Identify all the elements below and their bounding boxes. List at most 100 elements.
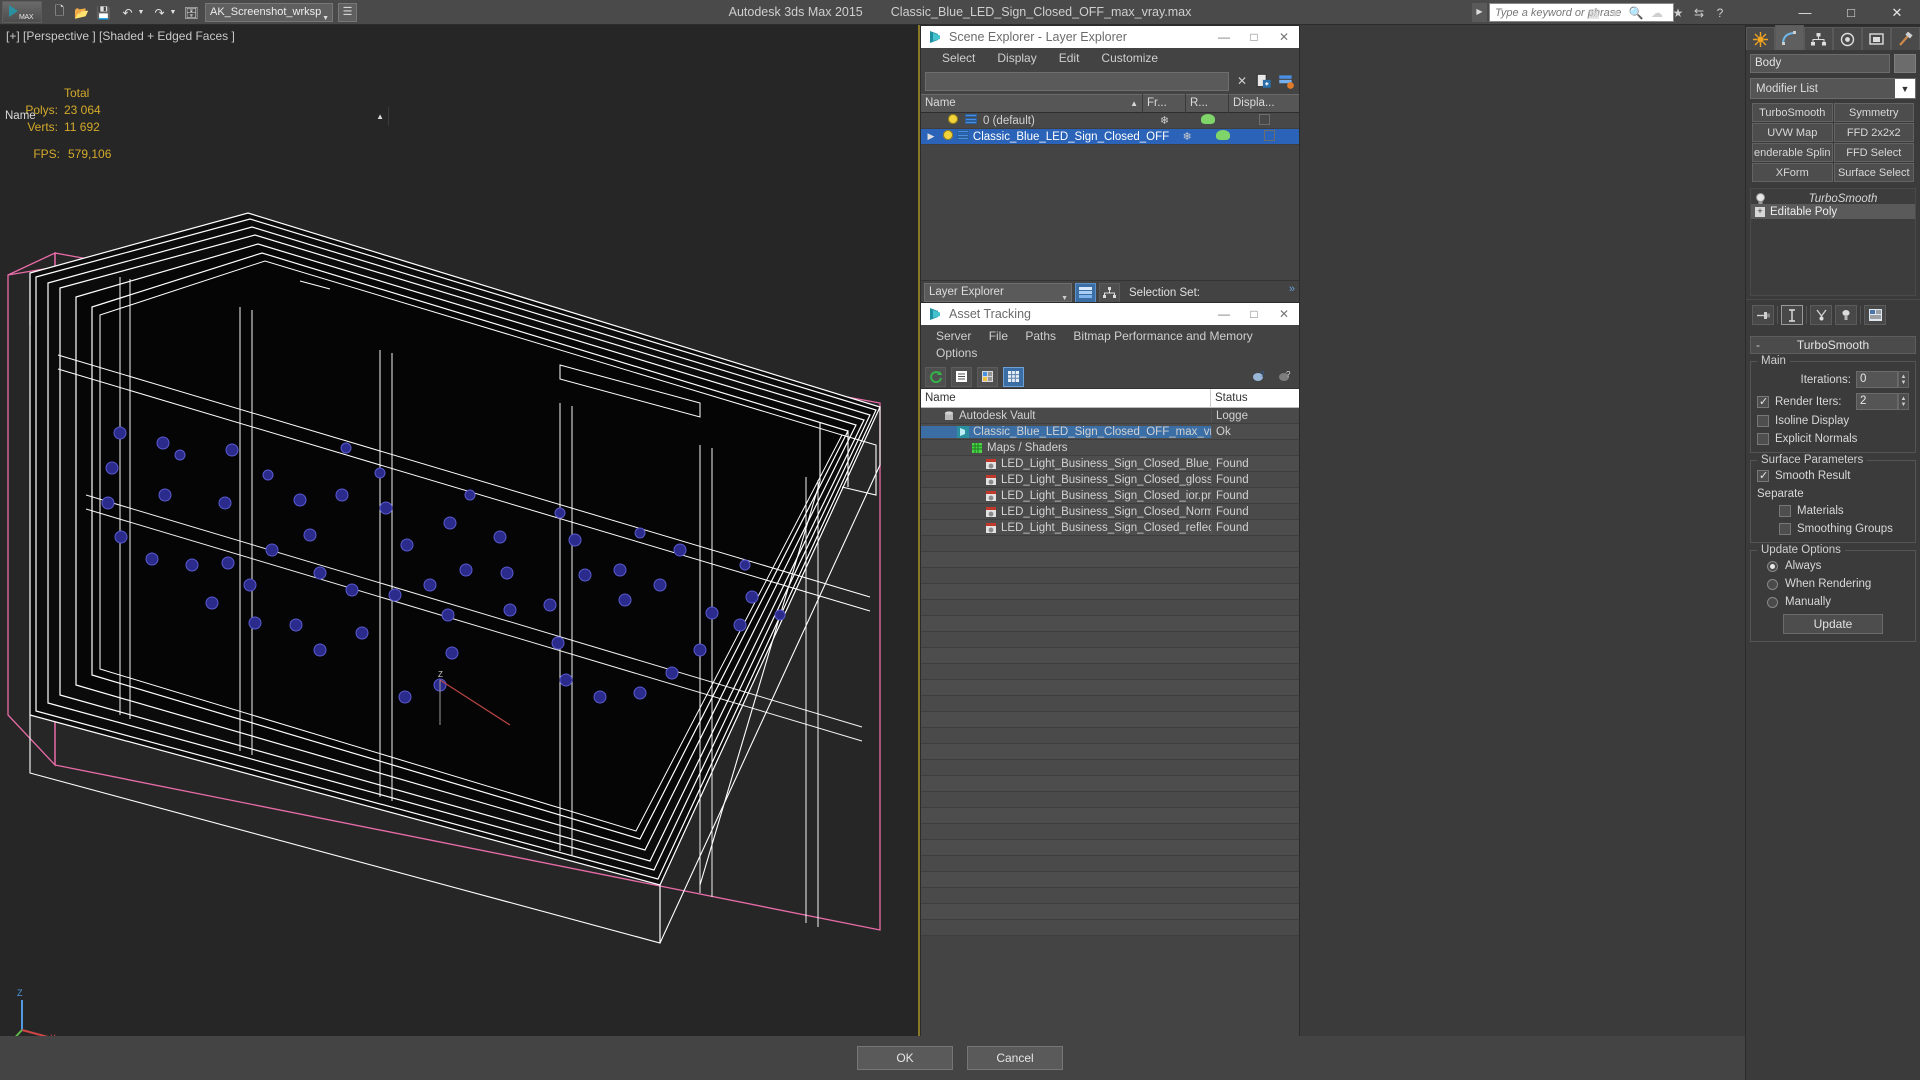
asset-row-empty[interactable] [921, 872, 1299, 888]
show-end-result-icon[interactable] [1781, 305, 1803, 325]
modifier-button-xform[interactable]: XForm [1752, 163, 1833, 182]
explorer-mode-combo[interactable]: Layer Explorer ▼ [924, 283, 1072, 302]
materials-row[interactable]: Materials [1757, 505, 1909, 517]
maximize-button[interactable]: □ [1828, 0, 1874, 25]
hierarchy-tab[interactable] [1804, 27, 1833, 50]
overflow-icon[interactable]: » [1289, 283, 1295, 295]
asset-row-empty[interactable] [921, 584, 1299, 600]
render-iters-spinner[interactable]: 2 ▲ ▼ [1856, 393, 1909, 410]
spinner-arrows-icon[interactable]: ▲ ▼ [1898, 393, 1909, 410]
asset-tracking-row-list[interactable]: Autodesk Vault Logge Classic_Blue_LED_Sign… [921, 408, 1299, 936]
display-cube-icon[interactable] [1241, 129, 1299, 144]
modifier-list-dropdown[interactable]: Modifier List ▼ [1750, 78, 1916, 99]
asset-tracking-title-bar[interactable]: Asset Tracking — □ ✕ [921, 303, 1299, 325]
turbosmooth-rollout[interactable]: - TurboSmooth [1750, 336, 1916, 354]
asset-row-empty[interactable] [921, 568, 1299, 584]
undo-icon[interactable]: ↶ [118, 3, 137, 22]
minimize-button[interactable]: — [1782, 0, 1828, 25]
maximize-button[interactable]: □ [1239, 26, 1269, 48]
utilities-tab[interactable] [1891, 27, 1920, 50]
iterations-spinner[interactable]: 0 ▲ ▼ [1856, 371, 1909, 388]
search-expand-icon[interactable]: ▶ [1472, 3, 1487, 22]
freeze-icon[interactable]: ❄ [1143, 114, 1186, 127]
object-name-field[interactable]: Body [1750, 54, 1890, 73]
remove-modifier-icon[interactable] [1835, 305, 1857, 325]
menu-select[interactable]: Select [931, 49, 986, 67]
asset-row-empty[interactable] [921, 808, 1299, 824]
workspace-menu-button[interactable]: ☰ [338, 3, 357, 22]
isoline-display-row[interactable]: Isoline Display [1757, 415, 1909, 427]
asset-row-empty[interactable] [921, 776, 1299, 792]
favorites-icon[interactable]: ★ [1669, 3, 1687, 22]
grid-view-icon[interactable] [1003, 366, 1024, 387]
modifier-button-surface-select[interactable]: Surface Select [1833, 163, 1914, 182]
modifier-stack[interactable]: TurboSmooth + Editable Poly [1750, 188, 1916, 296]
isoline-display-checkbox[interactable] [1757, 415, 1769, 427]
menu-options[interactable]: Options [929, 345, 1291, 361]
asset-row[interactable]: Classic_Blue_LED_Sign_Closed_OFF_max_vra… [921, 424, 1299, 440]
renderable-teapot-icon[interactable] [1186, 114, 1229, 127]
detail-view-icon[interactable] [977, 366, 998, 387]
asset-row[interactable]: Maps / Shaders [921, 440, 1299, 456]
workspace-grid-icon[interactable]: ▦ [1585, 3, 1603, 22]
scene-explorer-title-bar[interactable]: Scene Explorer - Layer Explorer — □ ✕ [921, 26, 1299, 48]
close-button[interactable]: ✕ [1874, 0, 1920, 25]
project-icon[interactable]: 🗄 [182, 3, 201, 22]
display-tab[interactable] [1862, 27, 1891, 50]
modifier-button-grid[interactable]: TurboSmooth Symmetry UVW Map FFD 2x2x2 ender… [1752, 103, 1914, 182]
column-display[interactable]: Displa... [1229, 94, 1299, 113]
query-help-icon[interactable]: ? [1274, 367, 1295, 387]
list-view-icon[interactable] [951, 366, 972, 387]
column-renderable[interactable]: R... [1186, 94, 1229, 113]
motion-tab[interactable] [1833, 27, 1862, 50]
column-name[interactable]: Name ▲ [1, 107, 389, 126]
asset-row-empty[interactable] [921, 760, 1299, 776]
lightbulb-icon[interactable] [941, 130, 954, 143]
column-status[interactable]: Status [1211, 389, 1299, 408]
pin-stack-icon[interactable] [1752, 305, 1774, 325]
asset-row[interactable]: Autodesk Vault Logge [921, 408, 1299, 424]
new-layer-icon[interactable] [1255, 72, 1273, 90]
undo-dropdown-icon[interactable]: ▼ [137, 3, 145, 22]
render-iters-value[interactable]: 2 [1856, 393, 1898, 410]
workspace-selector[interactable]: AK_Screenshot_wrksp ▼ [205, 3, 333, 22]
asset-row-empty[interactable] [921, 632, 1299, 648]
cloud-icon[interactable]: ☁ [1648, 3, 1666, 22]
ok-button[interactable]: OK [857, 1046, 953, 1070]
sign-in-icon[interactable]: ● [1606, 3, 1624, 22]
menu-edit[interactable]: Edit [1048, 49, 1091, 67]
asset-row-empty[interactable] [921, 552, 1299, 568]
update-option-when-rendering[interactable]: When Rendering [1757, 578, 1909, 590]
configure-sets-icon[interactable] [1864, 305, 1886, 325]
cancel-button[interactable]: Cancel [967, 1046, 1063, 1070]
asset-row-empty[interactable] [921, 856, 1299, 872]
menu-paths[interactable]: Paths [1018, 328, 1063, 344]
smooth-result-checkbox[interactable] [1757, 469, 1769, 482]
rollout-header[interactable]: - TurboSmooth [1750, 336, 1916, 354]
menu-bitmap-performance[interactable]: Bitmap Performance and Memory [1066, 328, 1259, 344]
open-icon[interactable]: 📂 [72, 3, 91, 22]
menu-display[interactable]: Display [986, 49, 1047, 67]
exchange-icon[interactable]: ⇆ [1690, 3, 1708, 22]
modify-tab[interactable] [1775, 25, 1804, 50]
asset-row[interactable]: LED_Light_Business_Sign_Closed_glossines… [921, 472, 1299, 488]
layer-name[interactable]: Classic_Blue_LED_Sign_Closed_OFF [971, 131, 1169, 143]
make-unique-icon[interactable] [1810, 305, 1832, 325]
redo-icon[interactable]: ↷ [150, 3, 169, 22]
asset-row-empty[interactable] [921, 728, 1299, 744]
asset-row-empty[interactable] [921, 536, 1299, 552]
modifier-button-enderable-splin[interactable]: enderable Splin [1752, 143, 1833, 162]
object-color-swatch[interactable] [1894, 54, 1916, 73]
menu-server[interactable]: Server [929, 328, 978, 344]
asset-row-empty[interactable] [921, 888, 1299, 904]
menu-customize[interactable]: Customize [1090, 49, 1169, 67]
modifier-button-ffd-2x2x2[interactable]: FFD 2x2x2 [1833, 123, 1914, 142]
modifier-button-symmetry[interactable]: Symmetry [1833, 103, 1914, 122]
help-icon[interactable]: ? [1711, 3, 1729, 22]
column-frozen[interactable]: Fr... [1143, 94, 1186, 113]
asset-row-empty[interactable] [921, 792, 1299, 808]
create-tab[interactable] [1746, 27, 1775, 50]
lightbulb-icon[interactable] [945, 114, 961, 127]
asset-row[interactable]: LED_Light_Business_Sign_Closed_ior.png Fo… [921, 488, 1299, 504]
column-name[interactable]: Name ▲ [921, 94, 1143, 113]
